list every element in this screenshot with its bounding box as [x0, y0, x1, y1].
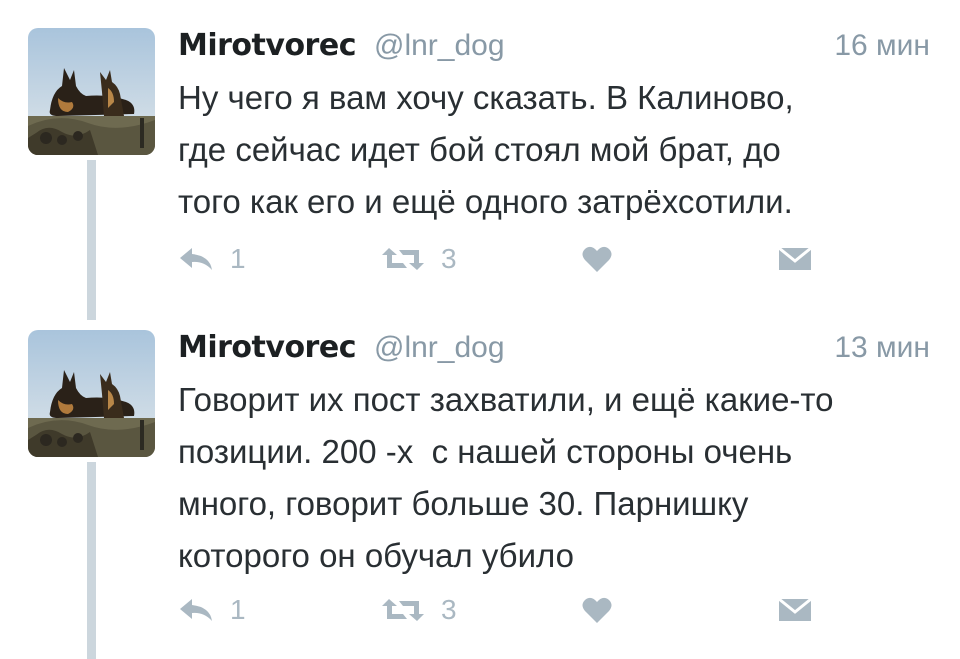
reply-icon [180, 248, 212, 270]
avatar[interactable] [28, 330, 155, 457]
tweet-text: Говорит их пост захватили, и ещё какие-т… [178, 381, 834, 574]
reply-icon [180, 599, 212, 621]
reply-button[interactable]: 1 [178, 239, 246, 279]
user-handle[interactable]: @lnr_dog [374, 29, 505, 63]
tweet[interactable]: Mirotvorec @lnr_dog 16 мин Ну чего я вам… [0, 0, 960, 300]
retweet-count: 3 [441, 243, 457, 274]
retweet-icon [382, 599, 424, 621]
display-name[interactable]: Mirotvorec [178, 28, 356, 63]
display-name[interactable]: Mirotvorec [178, 330, 356, 365]
retweet-count: 3 [441, 594, 457, 625]
user-handle[interactable]: @lnr_dog [374, 331, 505, 365]
timestamp[interactable]: 13 мин [834, 331, 930, 365]
tweet-header: Mirotvorec @lnr_dog 13 мин [178, 330, 930, 370]
reply-button[interactable]: 1 [178, 590, 246, 630]
retweet-icon [382, 248, 424, 270]
tweet-text: Ну чего я вам хочу сказать. В Калиново, … [178, 79, 794, 220]
timestamp[interactable]: 16 мин [834, 29, 930, 63]
retweet-button[interactable]: 3 [381, 590, 457, 630]
tweet-actions: 1 3 [178, 590, 838, 630]
tweet[interactable]: Mirotvorec @lnr_dog 13 мин Говорит их по… [0, 302, 960, 659]
avatar-dog-image [28, 28, 155, 155]
retweet-button[interactable]: 3 [381, 239, 457, 279]
reply-count: 1 [230, 243, 246, 274]
direct-message-button[interactable] [778, 590, 812, 630]
like-button[interactable] [582, 590, 612, 630]
reply-count: 1 [230, 594, 246, 625]
envelope-icon [778, 246, 812, 270]
heart-icon [582, 246, 612, 272]
tweet-header: Mirotvorec @lnr_dog 16 мин [178, 28, 930, 68]
direct-message-button[interactable] [778, 239, 812, 279]
heart-icon [582, 597, 612, 623]
envelope-icon [778, 597, 812, 621]
tweet-actions: 1 3 [178, 239, 838, 279]
avatar[interactable] [28, 28, 155, 155]
avatar-dog-image [28, 330, 155, 457]
like-button[interactable] [582, 239, 612, 279]
